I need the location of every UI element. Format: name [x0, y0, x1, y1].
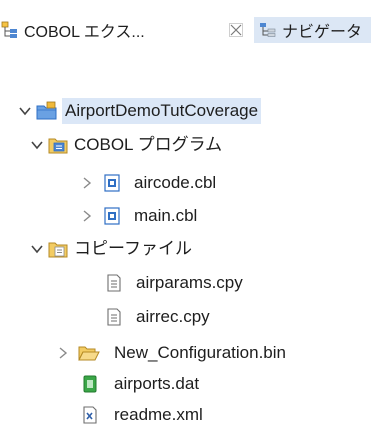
tab-navigator[interactable]: ナビゲータ	[254, 17, 371, 43]
tree-item-label: コピーファイル	[74, 239, 192, 258]
tree-item-file[interactable]: readme.xml	[80, 402, 203, 428]
chevron-down-icon[interactable]	[30, 242, 44, 256]
close-tab-icon[interactable]	[228, 22, 244, 38]
cobol-file-icon	[102, 206, 122, 226]
tab-label: ナビゲータ	[282, 24, 363, 41]
tree-item-file[interactable]: aircode.cbl	[80, 170, 216, 196]
copybook-file-icon	[104, 307, 124, 327]
chevron-down-icon[interactable]	[30, 138, 44, 152]
tree-item-file[interactable]: airparams.cpy	[104, 270, 243, 296]
chevron-right-icon[interactable]	[80, 209, 94, 223]
tree-item-label: AirportDemoTutCoverage	[62, 98, 262, 124]
xml-file-icon	[80, 405, 100, 425]
tree-item-label: main.cbl	[134, 206, 198, 225]
tree-item-label: New_Configuration.bin	[114, 343, 286, 362]
cobol-file-icon	[102, 173, 122, 193]
tab-label: COBOL エクス...	[24, 24, 145, 41]
tree-item-label: airports.dat	[114, 374, 200, 393]
chevron-right-icon[interactable]	[56, 346, 70, 360]
chevron-right-icon[interactable]	[80, 176, 94, 190]
tree-item-folder[interactable]: New_Configuration.bin	[56, 340, 286, 366]
tree-item-file[interactable]: main.cbl	[80, 203, 197, 229]
tree-item-file[interactable]: airports.dat	[80, 371, 199, 397]
copybook-file-icon	[104, 273, 124, 293]
data-file-icon	[80, 374, 100, 394]
tree-item-label: airrec.cpy	[136, 307, 210, 326]
tree-item-label: aircode.cbl	[134, 173, 217, 192]
tree-item-label: COBOL プログラム	[74, 135, 223, 154]
copybook-folder-icon	[48, 239, 68, 259]
tree-item-cobol-programs[interactable]: COBOL プログラム	[30, 132, 222, 158]
view-tab-bar: COBOL エクス... ナビゲータ	[0, 0, 371, 58]
open-folder-icon	[78, 343, 100, 363]
tree-item-project[interactable]: AirportDemoTutCoverage	[18, 98, 262, 124]
tree-item-label: airparams.cpy	[136, 273, 243, 292]
navigator-icon	[258, 20, 278, 40]
tree-item-label: readme.xml	[114, 405, 203, 424]
chevron-down-icon[interactable]	[18, 104, 32, 118]
tree-item-file[interactable]: airrec.cpy	[104, 304, 210, 330]
tree-item-copybooks[interactable]: コピーファイル	[30, 236, 192, 262]
cobol-explorer-icon	[0, 20, 20, 40]
cobol-project-icon	[36, 101, 57, 121]
program-folder-icon	[48, 135, 68, 155]
tab-cobol-explorer[interactable]: COBOL エクス...	[0, 17, 243, 43]
